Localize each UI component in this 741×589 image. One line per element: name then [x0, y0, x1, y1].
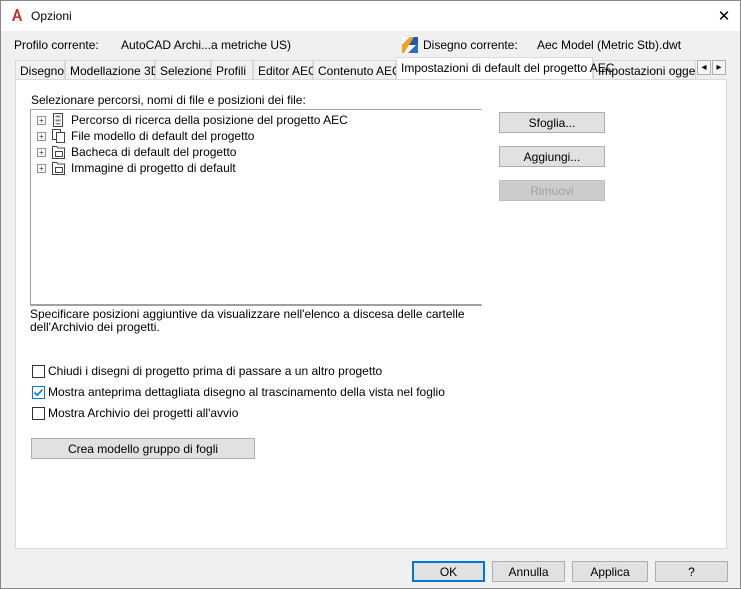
autocad-logo-icon	[12, 9, 23, 21]
checkbox-label: Chiudi i disegni di progetto prima di pa…	[48, 364, 383, 378]
tab-impostazioni-default-progetto-aec[interactable]: Impostazioni di default del progetto AEC	[396, 57, 614, 79]
tree-item[interactable]: + Bacheca di default del progetto	[37, 144, 236, 160]
options-dialog: Opzioni ✕ Profilo corrente: AutoCAD Arch…	[0, 0, 741, 589]
checkbox[interactable]	[32, 385, 45, 399]
paths-label: Selezionare percorsi, nomi di file e pos…	[31, 93, 306, 107]
tree-item[interactable]: + Immagine di progetto di default	[37, 160, 236, 176]
tab-contenuto-aec[interactable]: Contenuto AEC	[313, 60, 401, 79]
project-folder-icon	[53, 113, 63, 127]
current-profile-label: Profilo corrente:	[14, 38, 99, 52]
current-drawing-icon	[402, 37, 418, 53]
title-bar: Opzioni ✕	[1, 1, 740, 31]
tab-selezione[interactable]: Selezione	[155, 60, 213, 79]
tree-item-label: Immagine di progetto di default	[71, 161, 236, 175]
close-icon: ✕	[717, 8, 731, 25]
ok-button[interactable]: OK	[412, 561, 485, 582]
tab-modellazione-3d[interactable]: Modellazione 3D	[65, 60, 159, 79]
tab-disegno[interactable]: Disegno	[15, 60, 65, 79]
close-drawings-checkbox-row[interactable]: Chiudi i disegni di progetto prima di pa…	[32, 364, 382, 378]
checkbox[interactable]	[32, 406, 45, 420]
add-button[interactable]: Aggiungi...	[499, 146, 605, 167]
paths-tree[interactable]: + Percorso di ricerca della posizione de…	[30, 109, 482, 305]
cancel-button[interactable]: Annulla	[492, 561, 565, 582]
current-drawing-label: Disegno corrente:	[423, 38, 518, 52]
arrow-left-icon: ◂	[701, 62, 707, 73]
show-project-browser-checkbox-row[interactable]: Mostra Archivio dei progetti all'avvio	[32, 406, 238, 420]
expand-icon[interactable]: +	[37, 163, 46, 173]
tree-item[interactable]: + File modello di default del progetto	[37, 128, 254, 144]
arrow-right-icon: ▸	[716, 62, 722, 73]
tree-item[interactable]: + Percorso di ricerca della posizione de…	[37, 112, 348, 128]
detailed-preview-checkbox-row[interactable]: Mostra anteprima dettagliata disegno al …	[32, 385, 445, 399]
tree-item-label: Bacheca di default del progetto	[71, 145, 237, 159]
current-drawing-value: Aec Model (Metric Stb).dwt	[537, 38, 682, 52]
bulletin-board-icon	[52, 146, 65, 159]
remove-button[interactable]: Rimuovi	[499, 180, 605, 201]
expand-icon[interactable]: +	[37, 147, 46, 157]
expand-icon[interactable]: +	[37, 131, 46, 141]
tree-item-label: File modello di default del progetto	[71, 129, 255, 143]
checkbox[interactable]	[32, 364, 45, 378]
close-button[interactable]: ✕	[708, 1, 740, 31]
tree-item-label: Percorso di ricerca della posizione del …	[71, 113, 348, 127]
apply-button[interactable]: Applica	[572, 561, 648, 582]
current-profile-value: AutoCAD Archi...a metriche US)	[121, 38, 292, 52]
tab-panel: Selezionare percorsi, nomi di file e pos…	[15, 79, 727, 549]
window-title: Opzioni	[31, 9, 72, 23]
tab-editor-aec[interactable]: Editor AEC	[253, 60, 317, 79]
template-file-icon	[52, 129, 65, 143]
create-sheet-set-template-button[interactable]: Crea modello gruppo di fogli	[31, 438, 255, 459]
checkmark-icon	[33, 388, 44, 396]
checkbox-label: Mostra Archivio dei progetti all'avvio	[48, 406, 239, 420]
tab-scroll-right-button[interactable]: ▸	[712, 60, 726, 75]
expand-icon[interactable]: +	[37, 115, 46, 125]
profile-row: Profilo corrente: AutoCAD Archi...a metr…	[1, 37, 740, 55]
browse-button[interactable]: Sfoglia...	[499, 112, 605, 133]
project-image-icon	[52, 162, 65, 175]
description-text: Specificare posizioni aggiuntive da visu…	[30, 305, 482, 335]
tab-profili[interactable]: Profili	[211, 60, 253, 79]
checkbox-label: Mostra anteprima dettagliata disegno al …	[48, 385, 445, 399]
tab-scroll-left-button[interactable]: ◂	[697, 60, 711, 75]
help-button[interactable]: ?	[655, 561, 728, 582]
